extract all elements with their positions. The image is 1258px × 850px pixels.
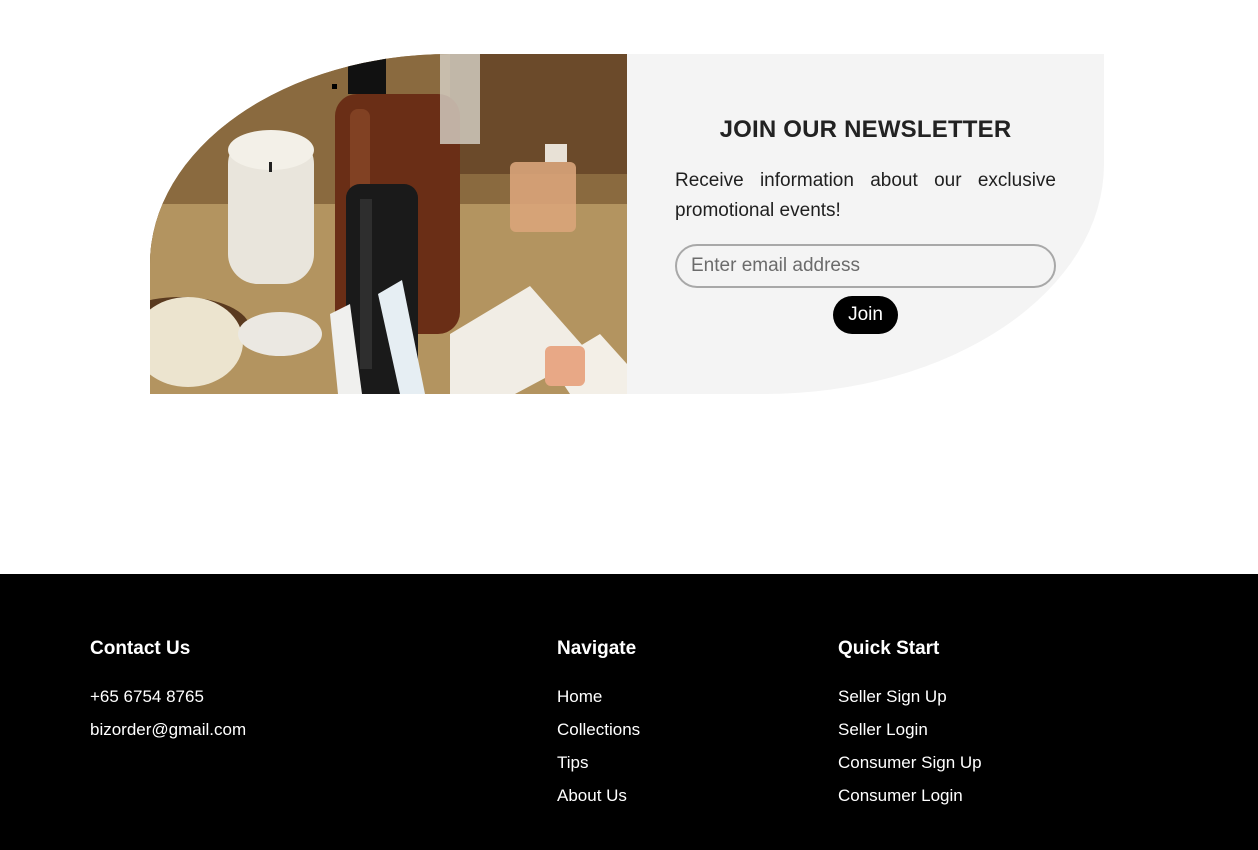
nav-link-about-us[interactable]: About Us	[557, 786, 627, 805]
quick-start-heading: Quick Start	[838, 638, 940, 659]
nav-link-collections[interactable]: Collections	[557, 720, 640, 739]
footer-contact-column: Contact Us +65 6754 8765 bizorder@gmail.…	[90, 638, 246, 746]
newsletter-banner: JOIN OUR NEWSLETTER Receive information …	[150, 54, 1104, 394]
navigate-list: Home Collections Tips About Us	[557, 680, 640, 812]
link-seller-login[interactable]: Seller Login	[838, 720, 928, 739]
contact-list: +65 6754 8765 bizorder@gmail.com	[90, 680, 246, 746]
email-input[interactable]	[675, 244, 1056, 288]
link-consumer-sign-up[interactable]: Consumer Sign Up	[838, 753, 982, 772]
footer-quick-start-column: Quick Start Seller Sign Up Seller Login …	[838, 638, 982, 812]
contact-phone: +65 6754 8765	[90, 687, 204, 706]
join-button[interactable]: Join	[833, 296, 898, 334]
contact-email: bizorder@gmail.com	[90, 720, 247, 739]
newsletter-description: Receive information about our exclusive …	[675, 170, 1056, 221]
footer-navigate-column: Navigate Home Collections Tips About Us	[557, 638, 640, 812]
quick-start-list: Seller Sign Up Seller Login Consumer Sig…	[838, 680, 982, 812]
cosmetics-photo	[150, 54, 627, 394]
nav-link-tips[interactable]: Tips	[557, 753, 589, 772]
nav-link-home[interactable]: Home	[557, 687, 602, 706]
link-seller-sign-up[interactable]: Seller Sign Up	[838, 687, 947, 706]
page: JOIN OUR NEWSLETTER Receive information …	[0, 0, 1258, 850]
footer: Contact Us +65 6754 8765 bizorder@gmail.…	[0, 574, 1258, 850]
newsletter-heading: JOIN OUR NEWSLETTER	[719, 116, 1012, 143]
navigate-heading: Navigate	[557, 638, 637, 659]
newsletter-panel: JOIN OUR NEWSLETTER Receive information …	[627, 54, 1104, 394]
link-consumer-login[interactable]: Consumer Login	[838, 786, 963, 805]
contact-heading: Contact Us	[90, 638, 191, 659]
